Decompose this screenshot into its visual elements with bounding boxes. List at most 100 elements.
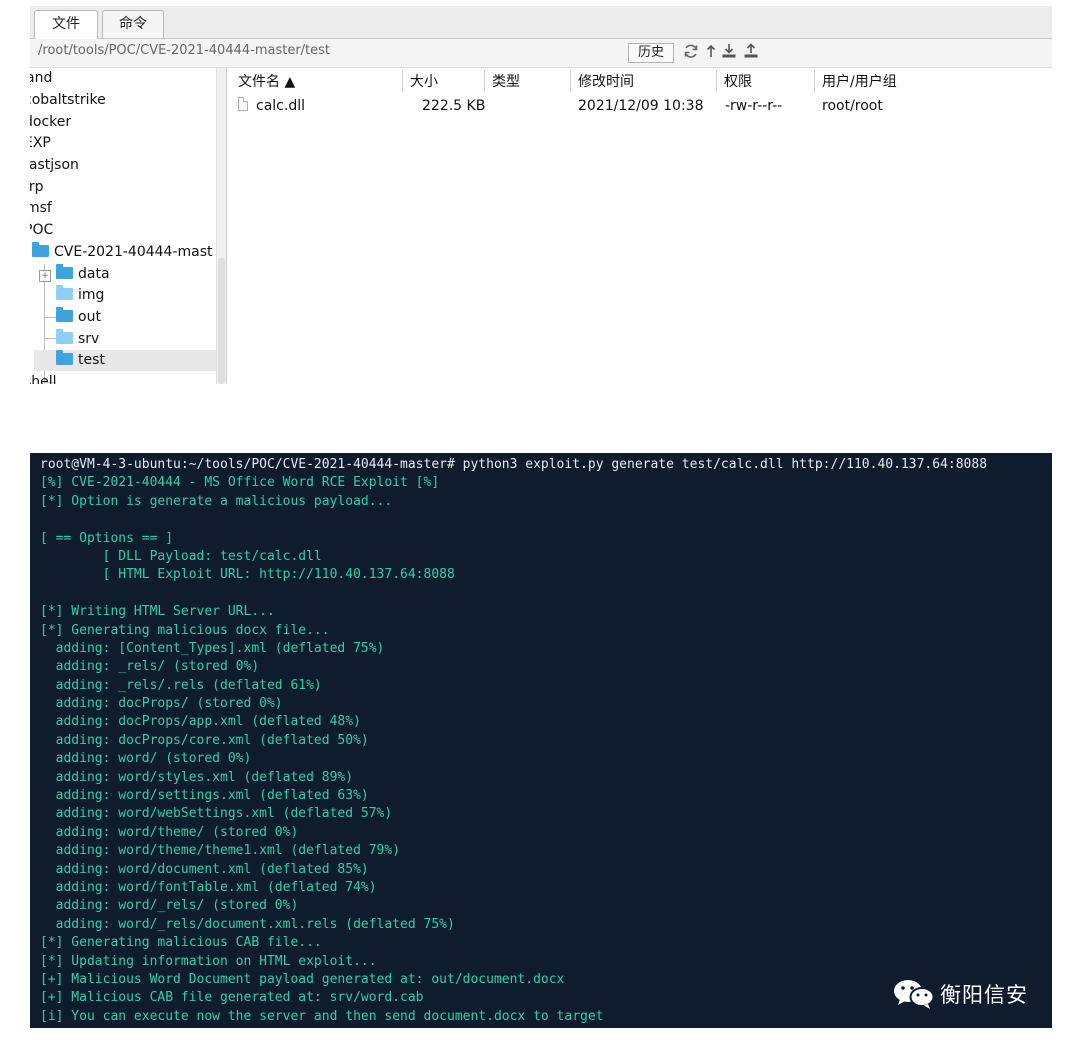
upload-icon[interactable] [742,43,760,63]
folder-icon [32,242,49,257]
column-divider[interactable] [484,70,485,92]
terminal-line: adding: word/_rels/document.xml.rels (de… [40,916,455,932]
tree-item-label: data [78,266,110,282]
tree-item-and[interactable]: and [30,68,52,89]
terminal-line: adding: _rels/ (stored 0%) [40,659,260,675]
refresh-icon[interactable] [682,43,700,63]
terminal-output[interactable]: root@VM-4-3-ubuntu:~/tools/POC/CVE-2021-… [30,453,1052,1028]
tree-item-label: POC [30,222,54,238]
tab-files[interactable]: 文件 [34,10,98,39]
terminal-line: adding: [Content_Types].xml (deflated 75… [40,640,385,656]
tree-item-srv[interactable]: srv [56,329,99,350]
tree-item-label: frp [30,179,44,195]
tree-item-label: srv [78,331,100,347]
download-icon[interactable] [720,43,738,63]
terminal-line: adding: word/theme/theme1.xml (deflated … [40,843,401,859]
up-icon[interactable] [702,43,720,63]
tree-item-label: CVE-2021-40444-mast [54,244,213,260]
file-manager-panel: 文件 命令 /root/tools/POC/CVE-2021-40444-mas… [30,6,1052,384]
terminal-line: adding: _rels/.rels (deflated 61%) [40,677,322,693]
terminal-line: adding: word/theme/ (stored 0%) [40,824,299,840]
file-owner: root/root [822,98,883,114]
tree-item-label: and [30,70,53,86]
path-input[interactable]: /root/tools/POC/CVE-2021-40444-master/te… [38,43,330,58]
tree-item-label: cobaltstrike [30,92,106,108]
column-divider[interactable] [716,70,717,92]
terminal-line: [%] CVE-2021-40444 - MS Office Word RCE … [40,475,440,491]
tree-item-cobaltstrike[interactable]: cobaltstrike [30,90,106,111]
tree-item-label: msf [30,200,52,216]
file-size: 222.5 KB [422,98,486,114]
watermark: 衡阳信安 [892,976,1028,1012]
folder-icon [56,264,73,279]
file-list: 文件名 ▲ 大小 类型 修改时间 权限 用户/用户组 calc.dll 222.… [230,68,1052,384]
folder-icon [56,307,73,322]
file-permissions: -rw-r--r-- [725,98,783,114]
tree-item-docker[interactable]: docker [30,112,71,133]
terminal-line: adding: word/styles.xml (deflated 89%) [40,769,354,785]
tab-bar: 文件 命令 [30,6,1052,39]
folder-icon [56,350,73,365]
terminal-line: [*] Option is generate a malicious paylo… [40,493,393,509]
tree-connector [44,338,56,339]
terminal-line: adding: docProps/ (stored 0%) [40,696,283,712]
terminal-line: adding: word/_rels/ (stored 0%) [40,898,299,914]
tree-item-label: fastjson [30,157,79,173]
terminal-line: adding: word/settings.xml (deflated 63%) [40,788,369,804]
terminal-line: [ DLL Payload: test/calc.dll [40,548,322,564]
tree-item-data[interactable]: data [56,264,110,285]
watermark-text: 衡阳信安 [940,983,1028,1007]
terminal-line: [*] Updating information on HTML exploit… [40,953,377,969]
wechat-icon [892,978,936,1010]
tree-item-exp[interactable]: EXP [30,133,51,154]
terminal-line: adding: docProps/core.xml (deflated 50%) [40,732,369,748]
scrollbar-thumb[interactable] [218,258,225,384]
tree-item-label: EXP [30,135,51,151]
terminal-prompt-line: root@VM-4-3-ubuntu:~/tools/POC/CVE-2021-… [40,457,988,472]
column-divider[interactable] [814,70,815,92]
tree-item-frp[interactable]: frp [30,177,44,198]
terminal-line: [*] Generating malicious docx file... [40,622,330,638]
terminal-line: [ HTML Exploit URL: http://110.40.137.64… [40,567,455,583]
tree-connector [44,317,56,318]
tree-item-label: docker [30,114,72,130]
terminal-line: adding: word/ (stored 0%) [40,751,252,767]
tree-item-poc[interactable]: POC [30,220,53,241]
column-header-size[interactable]: 大小 [410,72,438,92]
directory-tree: and cobaltstrike docker EXP fastjson frp… [30,68,216,384]
terminal-line: [*] Writing HTML Server URL... [40,604,275,620]
tree-item-cve-2021-40444[interactable]: CVE-2021-40444-mast [32,242,213,263]
tree-item-fastjson[interactable]: fastjson [30,155,79,176]
tree-item-label: out [78,309,101,325]
column-header-type[interactable]: 类型 [492,72,520,92]
terminal-line: adding: docProps/app.xml (deflated 48%) [40,714,361,730]
expand-toggle-icon[interactable]: + [39,270,51,282]
file-icon [238,97,248,111]
folder-icon [56,329,73,344]
column-divider[interactable] [402,70,403,92]
column-header-owner[interactable]: 用户/用户组 [822,72,897,92]
history-button[interactable]: 历史 [628,43,674,63]
terminal-lines: root@VM-4-3-ubuntu:~/tools/POC/CVE-2021-… [40,456,1045,1026]
column-divider[interactable] [570,70,571,92]
tree-item-msf[interactable]: msf [30,198,52,219]
terminal-line: [*] Generating malicious CAB file... [40,935,322,951]
tree-item-out[interactable]: out [56,307,101,328]
column-header-permissions[interactable]: 权限 [724,72,752,92]
tree-item-test[interactable]: test [34,350,216,371]
tree-item-shell[interactable]: shell [30,372,57,384]
tree-item-img[interactable]: img [56,285,104,306]
tree-item-label: test [78,352,105,368]
terminal-line: adding: word/webSettings.xml (deflated 5… [40,806,393,822]
folder-icon [56,285,73,300]
tree-item-label: shell [30,374,57,384]
column-header-modified[interactable]: 修改时间 [578,72,634,92]
tree-item-label: img [78,287,105,303]
file-modified: 2021/12/09 10:38 [578,98,704,114]
path-bar: /root/tools/POC/CVE-2021-40444-master/te… [30,39,1052,68]
column-header-name[interactable]: 文件名 ▲ [238,72,295,92]
file-name[interactable]: calc.dll [256,96,305,116]
tab-commands[interactable]: 命令 [102,10,164,38]
